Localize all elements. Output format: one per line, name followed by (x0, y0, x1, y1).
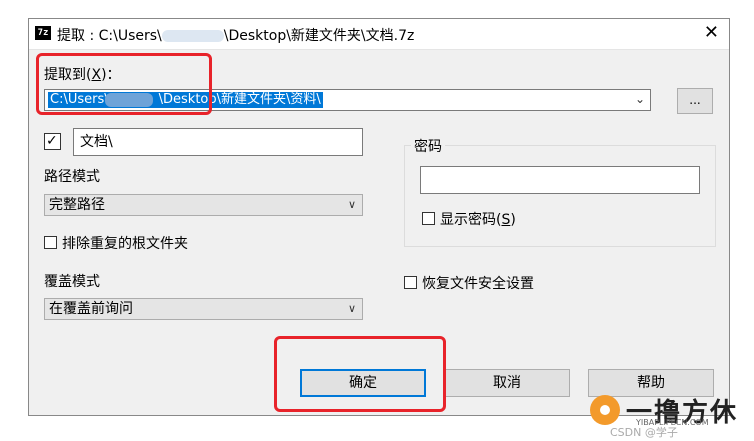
subfolder-name-input[interactable]: 文档\ (73, 128, 363, 156)
window-title-tail: \Desktop\新建文件夹\文档.7z (223, 28, 415, 44)
7zip-app-icon: 7z (35, 26, 51, 40)
subfolder-checkbox[interactable]: ✓ (44, 133, 61, 150)
title-bar: 7z 提取 : C:\Users\ \Desktop\新建文件夹\文档.7z ✕ (29, 19, 729, 50)
password-input[interactable] (420, 166, 700, 194)
overwrite-mode-value: 在覆盖前询问 (49, 301, 133, 317)
overwrite-mode-label: 覆盖模式 (44, 274, 100, 290)
password-group-title: 密码 (411, 136, 445, 156)
restore-security-checkbox[interactable] (404, 276, 417, 289)
watermark-csdn: CSDN @学子 (610, 426, 678, 439)
show-password-label: 显示密码(S) (440, 209, 516, 229)
restore-security-label: 恢复文件安全设置 (422, 276, 534, 292)
show-password-text: 显示密码( (440, 212, 502, 228)
browse-button[interactable]: ... (677, 88, 713, 114)
chevron-down-icon: ∨ (347, 302, 356, 315)
redacted-username (161, 30, 224, 42)
password-group: 密码 显示密码(S) (404, 136, 716, 247)
chevron-down-icon[interactable]: ⌄ (635, 92, 645, 106)
brand-logo-icon (590, 395, 620, 425)
close-icon[interactable]: ✕ (704, 22, 719, 44)
show-password-checkbox[interactable] (422, 212, 435, 225)
path-mode-value: 完整路径 (49, 197, 105, 213)
annotation-box-ok (274, 336, 446, 412)
overwrite-mode-select[interactable]: 在覆盖前询问 ∨ (44, 298, 363, 320)
window-title-head: 提取 : C:\Users\ (57, 28, 162, 44)
path-mode-select[interactable]: 完整路径 ∨ (44, 194, 363, 216)
cancel-button[interactable]: 取消 (444, 369, 570, 397)
eliminate-duplicates-checkbox[interactable] (44, 236, 57, 249)
show-password-end: ) (510, 212, 516, 228)
window-title: 提取 : C:\Users\ \Desktop\新建文件夹\文档.7z (57, 25, 414, 45)
checkmark-icon: ✓ (46, 133, 58, 149)
eliminate-duplicates-label: 排除重复的根文件夹 (62, 236, 188, 252)
annotation-box-extract-to (36, 53, 212, 115)
path-mode-label: 路径模式 (44, 169, 100, 185)
chevron-down-icon: ∨ (347, 198, 356, 211)
